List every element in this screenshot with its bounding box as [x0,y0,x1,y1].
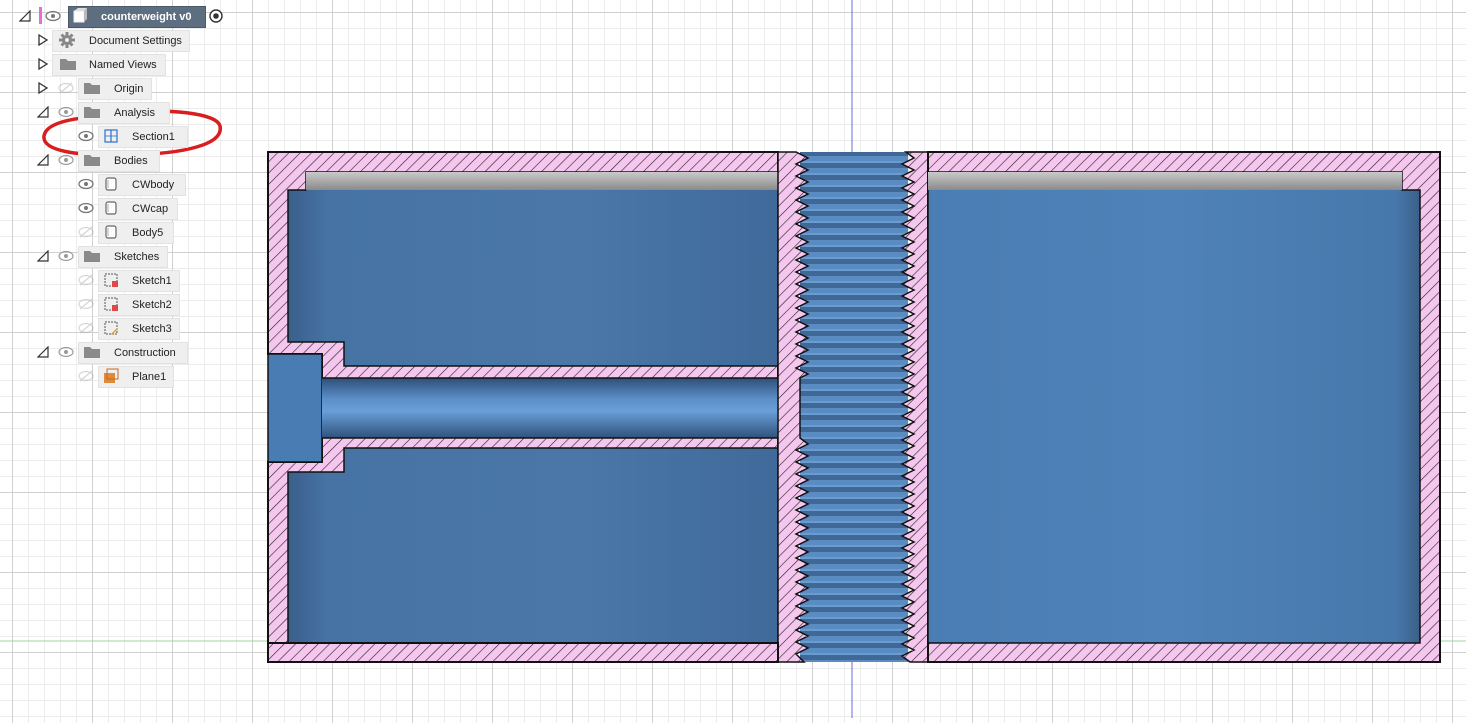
collapse-icon[interactable] [18,9,32,23]
tree-item-cwcap[interactable]: CWcap [98,198,178,220]
tree-item-sketches[interactable]: Sketches [78,246,168,268]
collapse-icon[interactable] [36,105,50,119]
body-icon [103,200,119,216]
tree-item-label: CWbody [132,179,175,191]
tree-item-sketch2[interactable]: Sketch2 [98,294,180,316]
eye-hidden-icon[interactable] [78,274,94,286]
tree-item-cwbody[interactable]: CWbody [98,174,186,196]
hub-bore [267,353,323,463]
tree-item-label: Sketch2 [132,299,172,311]
collapse-icon[interactable] [36,345,50,359]
eye-hidden-icon[interactable] [78,370,94,382]
eye-icon[interactable] [78,178,94,190]
tree-item-sketch1[interactable]: Sketch1 [98,270,180,292]
section-analysis-icon [103,128,119,144]
folder-icon [59,57,76,73]
tree-item-sketch3[interactable]: Sketch3 [98,318,180,340]
tree-item-label: Sketch3 [132,323,172,335]
tree-item-label: Named Views [89,59,157,71]
component-icon [72,8,88,24]
tree-item-document-settings[interactable]: Document Settings [52,30,190,52]
folder-icon [83,105,100,121]
threaded-rod [800,152,908,662]
eye-icon[interactable] [58,346,74,358]
eye-icon[interactable] [78,202,94,214]
tree-item-label: Plane1 [132,371,167,383]
left-lower-cavity [287,447,779,644]
sketch-icon [103,320,119,336]
eye-hidden-icon[interactable] [58,82,74,94]
tree-item-label: Sketch1 [132,275,172,287]
collapse-icon[interactable] [36,153,50,167]
tree-item-label: Body5 [132,227,164,239]
tree-item-label: Analysis [114,107,155,119]
eye-icon[interactable] [45,10,61,22]
tree-item-named-views[interactable]: Named Views [52,54,166,76]
eye-icon[interactable] [78,130,94,142]
tree-item-construction[interactable]: Construction [78,342,188,364]
component-active-marker [39,7,42,24]
tree-item-bodies[interactable]: Bodies [78,150,160,172]
sketch-icon [103,296,119,312]
tree-item-label: Sketches [114,251,160,263]
tree-item-label: Bodies [114,155,148,167]
construction-plane-icon [103,368,119,384]
eye-hidden-icon[interactable] [78,322,94,334]
expand-icon[interactable] [36,33,50,47]
eye-icon[interactable] [58,154,74,166]
tree-item-plane1[interactable]: Plane1 [98,366,174,388]
activate-radio-icon[interactable] [208,8,224,24]
tree-item-section1[interactable]: Section1 [98,126,188,148]
sketch-icon [103,272,119,288]
folder-icon [83,153,100,169]
expand-icon[interactable] [36,81,50,95]
tree-item-label: Origin [114,83,144,95]
shaft [322,378,800,438]
tree-item-label: Document Settings [89,35,182,47]
eye-hidden-icon[interactable] [78,226,94,238]
browser-panel: counterweight v0 Document Settings Named… [0,0,260,400]
collapse-icon[interactable] [36,249,50,263]
gear-icon [59,32,75,48]
body-icon [103,224,119,240]
body-icon [103,176,119,192]
left-upper-cavity [287,171,779,367]
tree-item-origin[interactable]: Origin [78,78,152,100]
folder-icon [83,249,100,265]
expand-icon[interactable] [36,57,50,71]
eye-icon[interactable] [58,250,74,262]
tree-item-label: Construction [114,347,176,359]
eye-hidden-icon[interactable] [78,298,94,310]
eye-icon[interactable] [58,106,74,118]
component-name-label: counterweight v0 [101,11,192,23]
tree-item-body5[interactable]: Body5 [98,222,174,244]
folder-icon [83,345,100,361]
component-node[interactable]: counterweight v0 [68,6,206,28]
tree-item-label: CWcap [132,203,169,215]
folder-icon [83,81,100,97]
tree-item-label: Section1 [132,131,175,143]
right-cavity [927,171,1421,644]
tree-item-analysis[interactable]: Analysis [78,102,170,124]
